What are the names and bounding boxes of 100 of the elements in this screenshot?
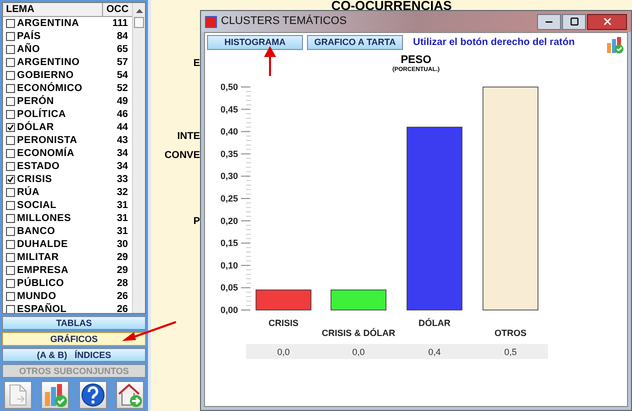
checkbox[interactable] [6,188,15,197]
word-label: PERÓN [17,95,56,108]
occurrence-count: 65 [116,43,129,56]
toolbar-button[interactable] [78,381,107,409]
occurrence-count: 26 [116,303,129,313]
value-label: 0,0 [352,347,365,357]
checkbox[interactable] [6,110,15,119]
check-icon [7,176,14,183]
checkbox[interactable] [6,32,15,41]
pointer-arrow [120,320,178,344]
checkbox[interactable] [6,84,15,93]
category-label: DÓLAR [418,318,450,328]
occurrence-count: 33 [116,173,129,186]
occurrence-count: 30 [116,238,129,251]
column-header[interactable]: LEMA [3,3,103,16]
word-label: AÑO [17,43,42,56]
checkbox[interactable] [6,149,15,158]
checkbox[interactable] [6,97,15,106]
category-label: CRISIS & DÓLAR [322,328,396,338]
chart-check-icon [42,382,68,408]
word-label: ECONOMÍA [17,147,76,160]
checkbox[interactable] [6,162,15,171]
chart-type-button[interactable]: GRAFICO A TARTA [307,35,403,50]
hint-text: Utilizar el botón derecho del ratón [413,36,575,50]
checkbox[interactable] [6,58,15,67]
occurrence-count: 49 [116,95,129,108]
checkbox[interactable] [6,227,15,236]
occurrence-count: 43 [116,134,129,147]
value-label: 0,0 [277,347,290,357]
panel-button[interactable]: TABLAS [2,316,146,330]
app-icon [205,16,217,28]
close-button[interactable] [587,14,627,30]
document-icon [7,383,29,407]
checkbox[interactable] [6,266,15,275]
maximize-button[interactable] [562,14,586,30]
checkbox[interactable] [6,123,15,132]
maximize-icon [570,17,578,26]
occurrence-count: 52 [116,82,129,95]
word-label: ECONÓMICO [17,82,84,95]
background-label: E [193,57,200,71]
word-label: CRISIS [17,173,54,186]
occurrence-count: 32 [116,186,129,199]
scroll-up-icon [136,8,142,13]
checkbox[interactable] [6,71,15,80]
word-label: MILITAR [17,251,60,264]
occurrence-count: 111 [111,17,129,30]
occurrence-count: 84 [116,30,129,43]
axis-tick-label: 0,30 [220,171,238,182]
occurrence-count: 29 [116,251,129,264]
pointer-arrow [263,45,277,77]
axis-tick-label: 0,20 [220,216,238,226]
background-label: P [193,215,200,229]
axis-tick-label: 0,00 [220,305,238,315]
word-label: MILLONES [17,212,72,225]
chart-check-icon [606,36,624,54]
word-label: ARGENTINA [17,17,80,30]
checkbox[interactable] [6,292,15,301]
word-label: MUNDO [17,290,58,303]
word-label: DÓLAR [17,121,56,134]
axis-tick-label: 0,25 [220,194,238,204]
checkbox[interactable] [6,19,15,28]
panel-button[interactable]: GRÁFICOS [2,332,146,346]
checkbox[interactable] [6,136,15,145]
category-label: OTROS [494,328,526,338]
axis-tick-label: 0,10 [220,260,238,270]
scroll-thumb[interactable] [134,17,144,28]
checkbox[interactable] [6,240,15,249]
checkbox[interactable] [6,305,15,313]
occurrence-count: 57 [116,56,129,69]
category-label: CRISIS [268,318,298,328]
axis-tick-label: 0,45 [220,104,238,114]
axis-tick-label: 0,15 [220,238,238,248]
occurrence-count: 54 [116,69,129,82]
panel-button[interactable]: (A & B) ÍNDICES [2,348,146,362]
checkbox[interactable] [6,279,15,288]
checkbox[interactable] [6,45,15,54]
occurrence-count: 34 [116,160,129,173]
scrollbar[interactable] [132,3,145,313]
close-icon [602,16,612,27]
checkbox[interactable] [6,201,15,210]
occurrence-count: 44 [116,121,129,134]
help-icon [80,382,106,408]
word-label: PERONISTA [17,134,78,147]
toolbar-button[interactable] [116,381,144,409]
chart-type-button[interactable]: HISTOGRAMA [207,35,303,50]
word-label: EMPRESA [17,264,70,277]
background-label: INTE [177,130,200,144]
checkbox[interactable] [6,214,15,223]
word-label: BANCO [17,225,56,238]
chart-title: PESO [400,54,432,66]
axis-tick-label: 0,50 [220,82,238,92]
checkbox[interactable] [6,175,15,184]
occurrence-count: 31 [116,212,129,225]
checkbox[interactable] [6,253,15,262]
chart-button[interactable] [605,34,625,54]
word-label: ESPAÑOL [17,303,68,313]
word-label: DUHALDE [17,238,69,251]
occurrence-count: 46 [116,108,129,121]
column-header[interactable]: OCC [103,3,132,16]
word-label: ARGENTINO [17,56,81,69]
